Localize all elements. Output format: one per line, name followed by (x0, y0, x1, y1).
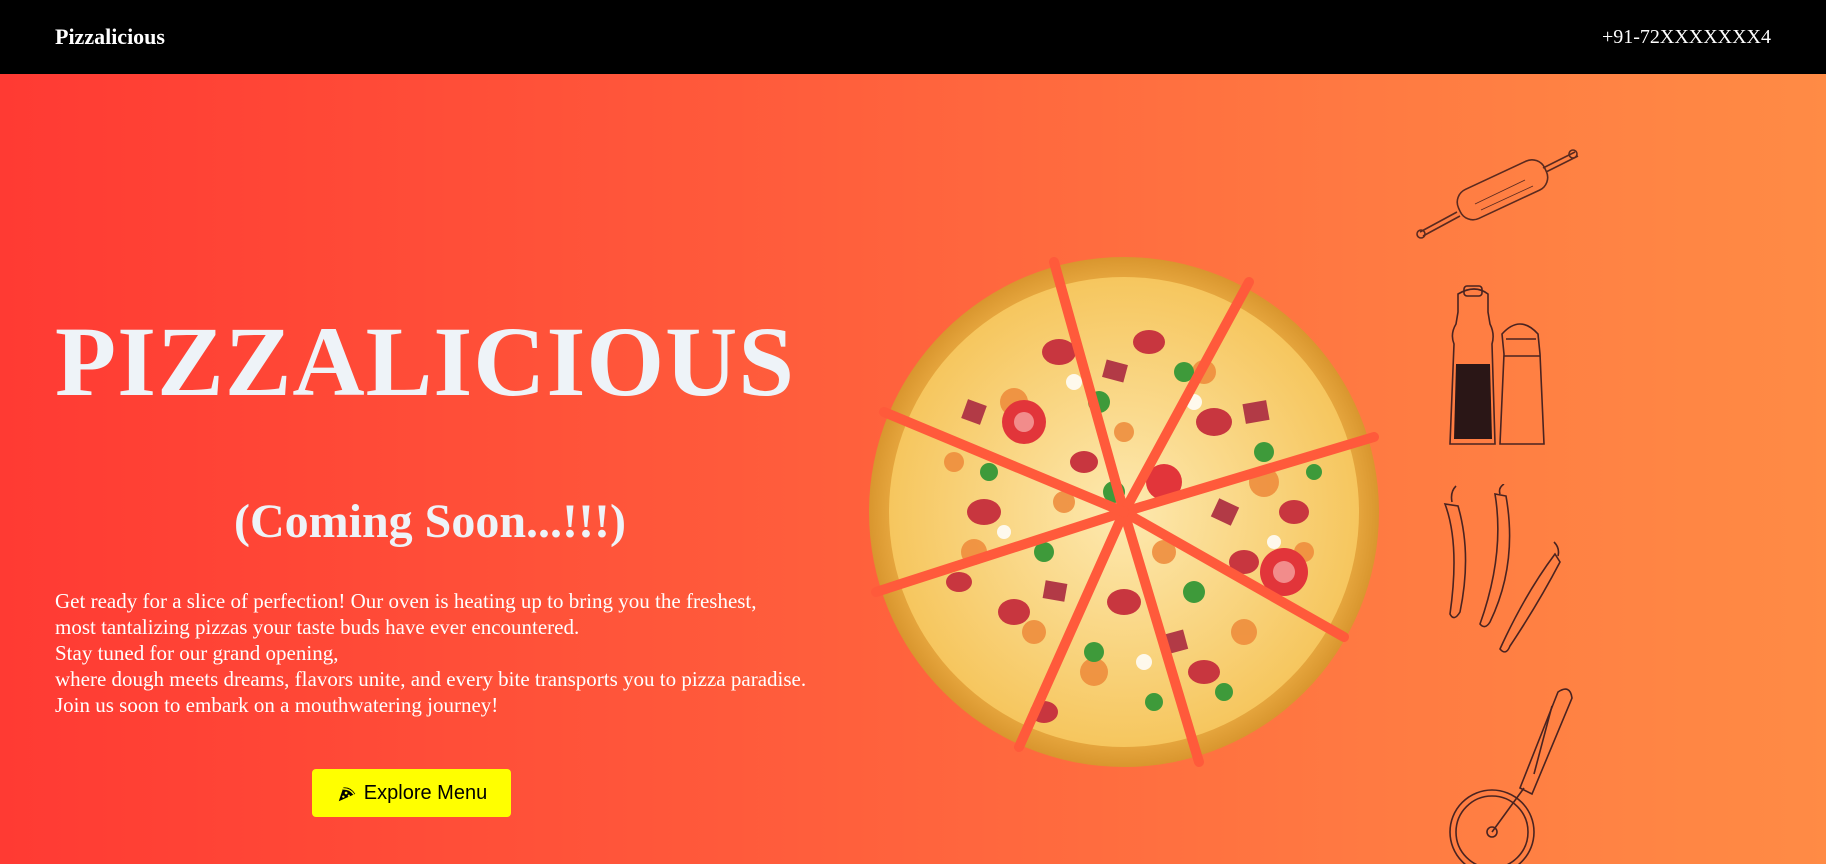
pizza-slice-icon (336, 782, 358, 804)
hero-description: Get ready for a slice of perfection! Our… (55, 588, 875, 718)
description-line: most tantalizing pizzas your taste buds … (55, 615, 580, 639)
description-line: Join us soon to embark on a mouthwaterin… (55, 693, 499, 717)
top-navbar: Pizzalicious +91-72XXXXXXX4 (0, 0, 1826, 74)
description-line: Stay tuned for our grand opening, (55, 641, 339, 665)
pizza-illustration (869, 257, 1379, 767)
phone-number[interactable]: +91-72XXXXXXX4 (1602, 26, 1771, 49)
hero-title: PIZZALICIOUS (55, 306, 795, 417)
description-line: where dough meets dreams, flavors unite,… (55, 667, 807, 691)
salt-pepper-shakers-icon (1449, 285, 1545, 445)
hero-section: PIZZALICIOUS (Coming Soon...!!!) Get rea… (0, 74, 1826, 864)
description-line: Get ready for a slice of perfection! Our… (55, 589, 757, 613)
coming-soon-subtitle: (Coming Soon...!!!) (234, 495, 626, 548)
pizza-cutter-icon (1449, 688, 1573, 864)
rolling-pin-icon (1416, 149, 1579, 239)
chilli-peppers-icon (1443, 484, 1561, 653)
brand-logo-text[interactable]: Pizzalicious (55, 24, 165, 50)
explore-menu-label: Explore Menu (363, 781, 488, 804)
explore-menu-button[interactable]: Explore Menu (312, 769, 511, 817)
